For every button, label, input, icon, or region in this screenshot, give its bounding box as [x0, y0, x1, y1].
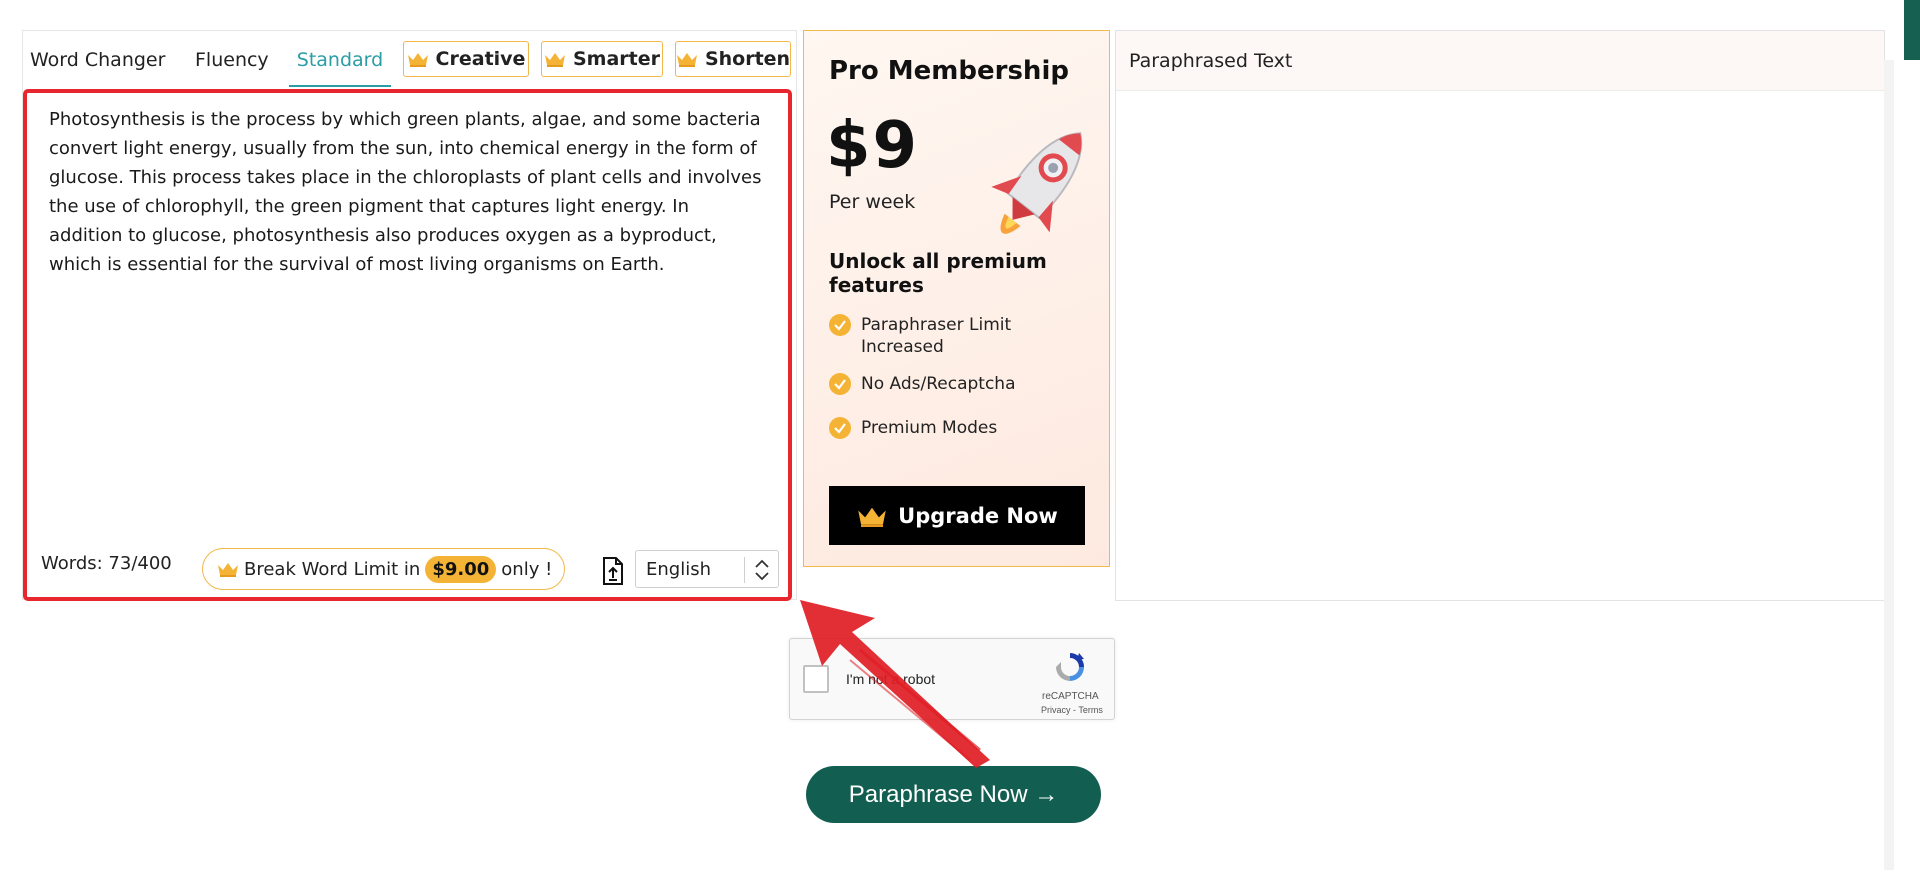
- promo-price: $9: [826, 109, 920, 183]
- page-scrollbar-thumb[interactable]: [1904, 0, 1920, 60]
- recaptcha-logo-icon: [1052, 649, 1088, 685]
- upgrade-now-label: Upgrade Now: [898, 503, 1058, 528]
- break-word-limit-button[interactable]: Break Word Limit in $9.00 only !: [202, 548, 565, 590]
- tab-word-changer[interactable]: Word Changer: [30, 31, 165, 87]
- tab-creative[interactable]: Creative: [403, 41, 529, 77]
- recaptcha-label: I'm not a robot: [846, 671, 936, 687]
- output-text[interactable]: [1116, 92, 1884, 600]
- crown-icon: [217, 561, 239, 577]
- break-limit-prefix: Break Word Limit in: [244, 558, 421, 580]
- upload-file-icon[interactable]: [601, 557, 625, 585]
- recaptcha-brand: reCAPTCHA: [1042, 691, 1099, 702]
- promo-period: Per week: [829, 191, 916, 213]
- tab-shorten-label: Shorten: [704, 48, 791, 70]
- output-panel: Paraphrased Text: [1115, 30, 1885, 601]
- pro-membership-panel: Pro Membership $9 Per week Unlock all pr…: [803, 30, 1110, 567]
- paraphrase-now-button[interactable]: Paraphrase Now →: [806, 766, 1101, 823]
- promo-feature: No Ads/Recaptcha: [829, 373, 1069, 395]
- language-value: English: [646, 559, 711, 580]
- crown-icon: [544, 51, 566, 67]
- word-count: Words: 73/400: [41, 553, 172, 574]
- promo-feature-label: Premium Modes: [861, 418, 998, 438]
- page-scrollbar[interactable]: [1884, 60, 1894, 870]
- check-circle-icon: [829, 314, 851, 336]
- select-divider: [744, 557, 745, 583]
- recaptcha-widget: I'm not a robot reCAPTCHA Privacy - Term…: [789, 638, 1115, 720]
- mode-tabs: Word Changer Fluency Standard Creative S…: [23, 31, 798, 87]
- crown-icon: [856, 505, 888, 527]
- check-circle-icon: [829, 373, 851, 395]
- input-text[interactable]: Photosynthesis is the process by which g…: [49, 105, 765, 465]
- crown-icon: [407, 51, 429, 67]
- promo-title: Pro Membership: [829, 56, 1069, 86]
- crown-icon: [676, 51, 698, 67]
- break-limit-suffix: only !: [501, 558, 553, 580]
- break-limit-price: $9.00: [425, 555, 497, 583]
- promo-feature-label: No Ads/Recaptcha: [861, 374, 1016, 394]
- check-circle-icon: [829, 417, 851, 439]
- promo-subtitle: Unlock all premium features: [829, 249, 1047, 297]
- recaptcha-checkbox[interactable]: [803, 665, 829, 693]
- tab-smarter[interactable]: Smarter: [541, 41, 663, 77]
- tab-shorten[interactable]: Shorten: [675, 41, 791, 77]
- rocket-icon: [984, 111, 1094, 261]
- select-arrows-icon: [752, 557, 772, 583]
- output-header: Paraphrased Text: [1116, 31, 1884, 91]
- recaptcha-links[interactable]: Privacy - Terms: [1041, 705, 1103, 715]
- tab-fluency[interactable]: Fluency: [195, 31, 269, 87]
- language-select[interactable]: English: [635, 550, 779, 588]
- input-text-area[interactable]: Photosynthesis is the process by which g…: [23, 89, 792, 601]
- tab-creative-label: Creative: [435, 48, 526, 70]
- upgrade-now-button[interactable]: Upgrade Now: [829, 486, 1085, 545]
- output-title: Paraphrased Text: [1129, 50, 1293, 72]
- promo-feature-label: Paraphraser Limit Increased: [861, 315, 1012, 357]
- tab-standard[interactable]: Standard: [289, 31, 391, 87]
- promo-feature: Premium Modes: [829, 417, 1069, 439]
- promo-feature: Paraphraser Limit Increased: [829, 314, 1049, 358]
- editor-panel: Word Changer Fluency Standard Creative S…: [22, 30, 798, 601]
- tab-smarter-label: Smarter: [572, 48, 660, 70]
